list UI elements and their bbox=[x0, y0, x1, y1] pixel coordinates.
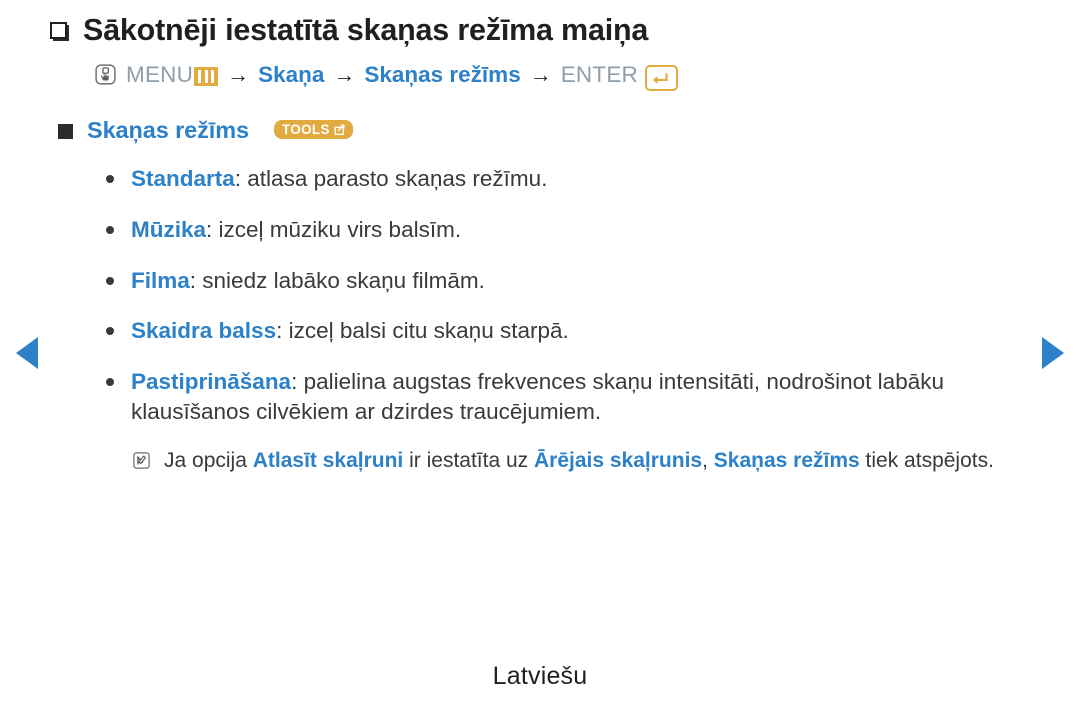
tools-arrow-icon bbox=[333, 123, 346, 136]
path-arrow-1: → bbox=[227, 61, 250, 87]
list-item: Standarta: atlasa parasto skaņas režīmu. bbox=[98, 164, 1010, 194]
menu-path: MENU → Skaņa → Skaņas režīms → ENTER bbox=[94, 61, 1010, 91]
shadow-square-icon bbox=[50, 22, 69, 41]
enter-return-icon bbox=[644, 64, 678, 91]
option-description: atlasa parasto skaņas režīmu. bbox=[247, 166, 548, 192]
filled-square-icon bbox=[58, 124, 73, 140]
sound-mode-option-list: Standarta: atlasa parasto skaņas režīmu.… bbox=[98, 164, 1010, 426]
page-content: Sākotnēji iestatītā skaņas režīma maiņa … bbox=[50, 8, 1010, 476]
list-item: Filma: sniedz labāko skaņu filmām. bbox=[98, 266, 1010, 296]
option-term: Mūzika bbox=[131, 216, 207, 242]
footer-language-label: Latviešu bbox=[492, 662, 588, 690]
option-separator: : bbox=[234, 166, 248, 192]
option-separator: : bbox=[291, 368, 304, 394]
option-term: Filma bbox=[131, 267, 190, 293]
next-page-arrow-icon[interactable] bbox=[1042, 337, 1064, 369]
page-title-row: Sākotnēji iestatītā skaņas režīma maiņa bbox=[50, 8, 1010, 52]
list-item: Pastiprināšana: palielina augstas frekve… bbox=[98, 367, 1010, 426]
menu-label: MENU bbox=[126, 62, 194, 88]
section-title: Skaņas režīms bbox=[87, 117, 249, 144]
list-item: Skaidra balss: izceļ balsi citu skaņu st… bbox=[98, 316, 1010, 346]
tools-badge: TOOLS bbox=[274, 120, 353, 140]
option-separator: : bbox=[276, 318, 289, 344]
option-separator: : bbox=[189, 267, 203, 293]
note-text-part-4: tiek atspējots. bbox=[859, 449, 994, 473]
note-link-arejais-skalrunis: Ārējais skaļrunis bbox=[534, 449, 703, 473]
list-item: Mūzika: izceļ mūziku virs balsīm. bbox=[98, 215, 1010, 245]
note-link-skanas-rezims: Skaņas režīms bbox=[713, 449, 860, 473]
option-term: Standarta bbox=[131, 166, 235, 192]
note-pen-icon bbox=[132, 450, 151, 470]
option-description: izceļ balsi citu skaņu starpā. bbox=[288, 318, 569, 344]
prev-page-arrow-icon[interactable] bbox=[16, 337, 38, 369]
option-term: Skaidra balss bbox=[131, 318, 277, 344]
manual-page: Sākotnēji iestatītā skaņas režīma maiņa … bbox=[0, 0, 1080, 705]
note-text-part-3: , bbox=[702, 449, 714, 473]
option-description: sniedz labāko skaņu filmām. bbox=[202, 267, 485, 293]
hand-press-icon bbox=[94, 63, 117, 86]
section-heading-row: Skaņas režīms TOOLS bbox=[58, 117, 1010, 144]
option-separator: : bbox=[206, 216, 219, 242]
note-link-atlasit-skalruni: Atlasīt skaļruni bbox=[252, 449, 404, 473]
option-term: Pastiprināšana bbox=[131, 368, 292, 394]
enter-label: ENTER bbox=[560, 62, 638, 88]
page-title: Sākotnēji iestatītā skaņas režīma maiņa bbox=[83, 13, 649, 47]
note-text-part-2: ir iestatīta uz bbox=[403, 449, 534, 473]
menu-bars-icon bbox=[194, 67, 219, 87]
note-block: Ja opcija Atlasīt skaļruni ir iestatīta … bbox=[132, 447, 1010, 476]
note-text-part-1: Ja opcija bbox=[164, 449, 253, 473]
path-step-skana: Skaņa bbox=[258, 62, 325, 88]
option-description: izceļ mūziku virs balsīm. bbox=[218, 216, 462, 242]
tools-badge-label: TOOLS bbox=[282, 121, 330, 137]
path-step-skanas-rezims: Skaņas režīms bbox=[364, 62, 521, 88]
path-arrow-2: → bbox=[333, 61, 356, 87]
path-arrow-3: → bbox=[529, 61, 552, 87]
